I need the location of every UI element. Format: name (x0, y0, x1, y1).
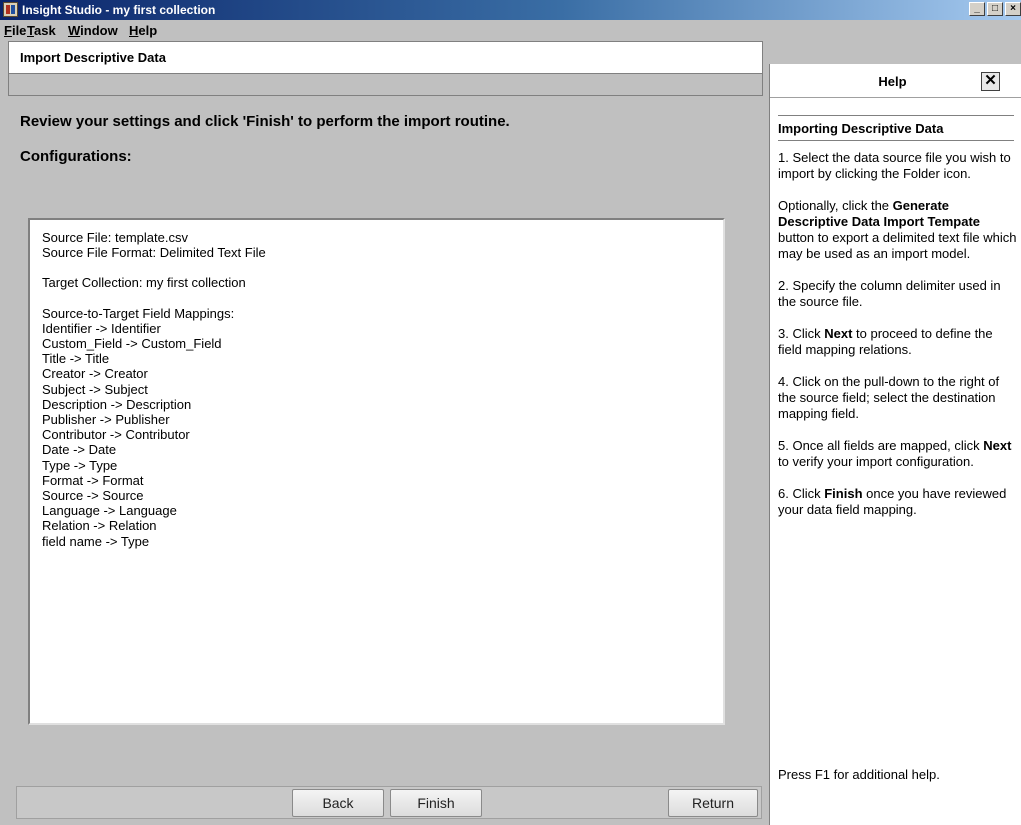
help-subtitle: Importing Descriptive Data (778, 115, 1014, 141)
wizard-header: Import Descriptive Data (8, 41, 763, 96)
help-step-5: 5. Once all fields are mapped, click Nex… (778, 438, 1012, 469)
finish-button[interactable]: Finish (390, 789, 482, 817)
help-step-3: 3. Click Next to proceed to define the f… (778, 326, 993, 357)
source-format-line: Source File Format: Delimited Text File (42, 245, 266, 261)
menu-task[interactable]: Task (27, 23, 56, 38)
mapping-line: Relation -> Relation (42, 518, 157, 534)
help-step-1: 1. Select the data source file you wish … (778, 150, 1011, 181)
wizard-title: Import Descriptive Data (20, 50, 166, 65)
mapping-line: Creator -> Creator (42, 366, 148, 382)
mapping-line: Contributor -> Contributor (42, 427, 190, 443)
mapping-line: Language -> Language (42, 503, 177, 519)
mapping-line: Source -> Source (42, 488, 144, 504)
help-header: Help ✕ (770, 64, 1021, 98)
back-button[interactable]: Back (292, 789, 384, 817)
mapping-line: Type -> Type (42, 457, 118, 473)
mapping-line: Subject -> Subject (42, 381, 148, 397)
help-step-4: 4. Click on the pull-down to the right o… (778, 374, 1000, 421)
help-optional-step: Optionally, click the Generate Descripti… (778, 198, 1017, 261)
instruction-text: Review your settings and click 'Finish' … (20, 113, 510, 130)
help-step-2: 2. Specify the column delimiter used in … (778, 278, 1001, 309)
mapping-line: Publisher -> Publisher (42, 412, 170, 428)
mapping-line: Description -> Description (42, 396, 192, 412)
wizard-button-bar: Back Finish Return (16, 786, 762, 819)
configuration-summary-area[interactable]: Source File: template.csv Source File Fo… (28, 218, 725, 725)
menu-help[interactable]: Help (129, 23, 157, 38)
mapping-line: Date -> Date (42, 442, 117, 458)
help-footer: Press F1 for additional help. (778, 767, 940, 782)
window-controls: _ □ × (967, 2, 1021, 18)
help-step-6: 6. Click Finish once you have reviewed y… (778, 486, 1007, 517)
configurations-label: Configurations: (20, 148, 132, 165)
mapping-line: Custom_Field -> Custom_Field (42, 336, 222, 352)
menu-file[interactable]: File (4, 23, 26, 38)
help-body: 1. Select the data source file you wish … (778, 150, 1018, 534)
mappings-header: Source-to-Target Field Mappings: (42, 305, 235, 321)
minimize-button[interactable]: _ (969, 2, 985, 16)
mapping-line: Identifier -> Identifier (42, 320, 161, 336)
source-file-line: Source File: template.csv (42, 230, 188, 245)
title-bar[interactable]: Insight Studio - my first collection _ □ × (0, 0, 1021, 20)
menu-bar: File Task Window Help (0, 20, 1021, 40)
target-collection-line: Target Collection: my first collection (42, 275, 246, 291)
menu-window[interactable]: Window (68, 23, 118, 38)
help-title: Help (878, 74, 907, 89)
window-title: Insight Studio - my first collection (22, 3, 216, 17)
app-icon[interactable] (3, 2, 18, 17)
help-close-icon[interactable]: ✕ (981, 72, 1000, 91)
mapping-line: Format -> Format (42, 472, 144, 488)
mapping-line: field name -> Type (42, 533, 150, 549)
mapping-line: Title -> Title (42, 351, 110, 367)
close-button[interactable]: × (1005, 2, 1021, 16)
return-button[interactable]: Return (668, 789, 758, 817)
maximize-button[interactable]: □ (987, 2, 1003, 16)
help-panel: Help ✕ Importing Descriptive Data 1. Sel… (769, 64, 1021, 825)
